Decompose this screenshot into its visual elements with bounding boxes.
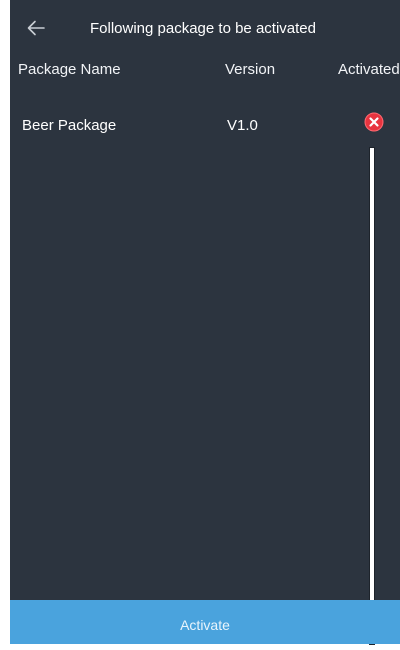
package-version-cell: V1.0 (227, 117, 258, 134)
page-title: Following package to be activated (90, 20, 316, 37)
activate-button[interactable]: Activate (10, 600, 400, 644)
activation-screen: Following package to be activated Packag… (10, 0, 400, 644)
column-header-activated: Activated (338, 61, 400, 78)
header-bar: Following package to be activated (10, 0, 400, 58)
package-name-cell: Beer Package (22, 117, 117, 134)
column-header-version: Version (225, 61, 276, 78)
scrollbar[interactable] (370, 148, 374, 644)
arrow-left-icon[interactable] (24, 16, 48, 40)
red-x-circle-icon (364, 112, 384, 132)
table-row[interactable]: Beer Package V1.0 (10, 104, 400, 144)
column-header-package-name: Package Name (18, 61, 121, 78)
